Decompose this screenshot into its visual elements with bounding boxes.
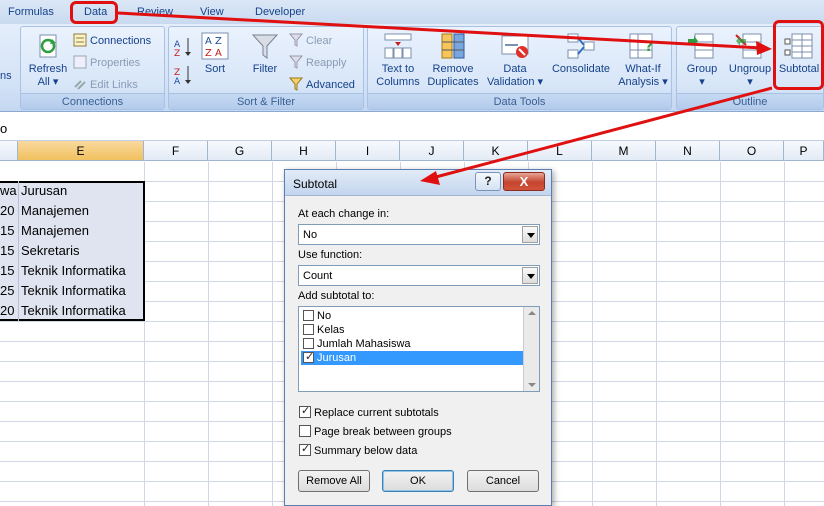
annotation-arrows	[117, 11, 773, 185]
arrow-head	[756, 41, 772, 55]
arrow-to-subtotal	[117, 11, 763, 50]
arrow-head	[420, 171, 440, 185]
arrow-to-dialog	[431, 86, 773, 180]
